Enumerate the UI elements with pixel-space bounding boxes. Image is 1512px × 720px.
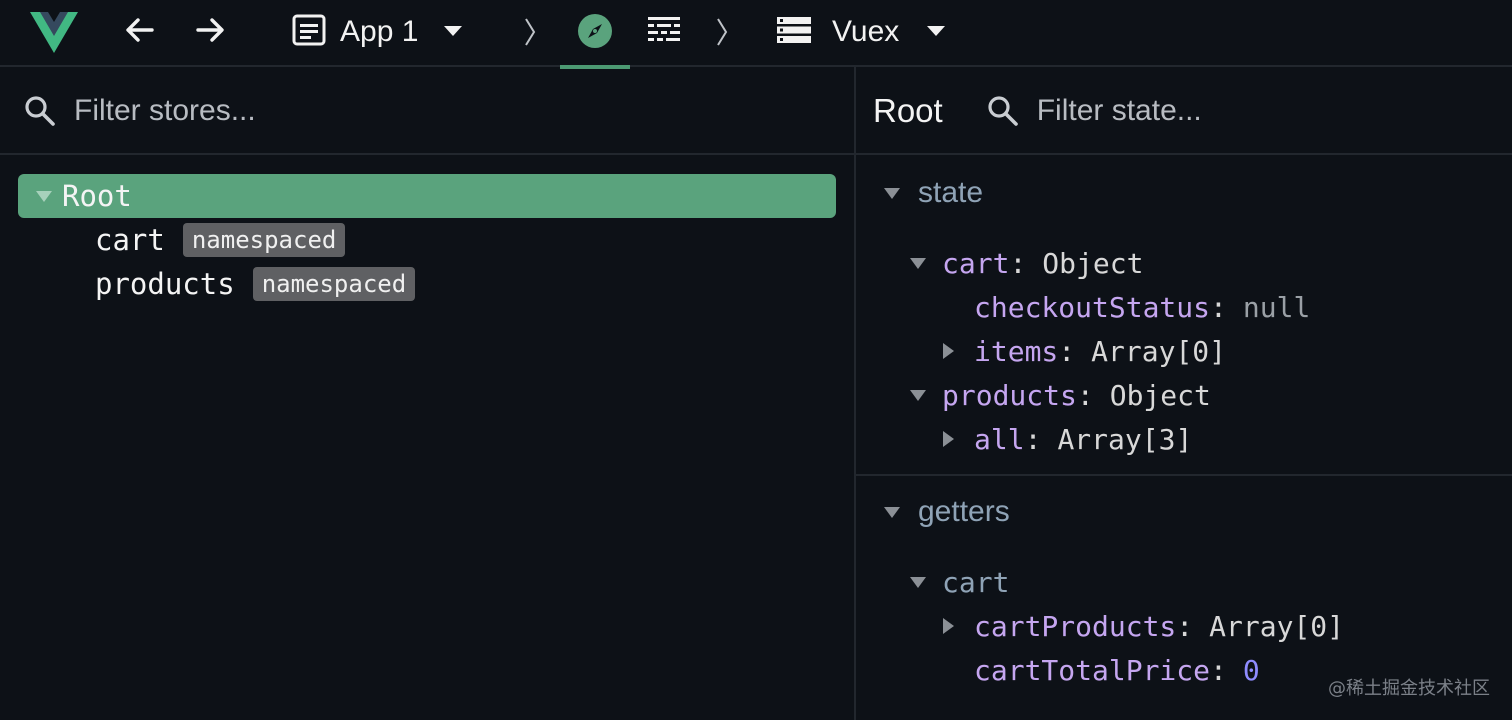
state-value: Array[0] [1091,334,1227,368]
collapse-caret-icon[interactable] [910,257,926,269]
state-row-all[interactable]: all: Array[3] [943,417,1192,461]
namespaced-badge: namespaced [252,267,416,301]
namespaced-badge: namespaced [182,223,346,257]
getter-group-cart[interactable]: cart [910,560,1009,604]
store-tree: Root cart namespaced products namespaced [18,174,836,306]
key-separator: : [1058,334,1076,368]
state-type: Object [1042,246,1144,280]
expand-caret-icon[interactable] [943,618,954,634]
state-filter-input[interactable] [1036,94,1497,128]
key-separator: : [1076,378,1094,412]
store-tree-item-label: cart [95,223,165,257]
watermark: @稀土掘金技术社区 [1328,678,1490,699]
arrow-left-icon [124,14,156,51]
breadcrumb-separator-icon [714,14,730,50]
forward-button[interactable] [192,14,228,50]
state-row-checkout-status[interactable]: checkoutStatus: null [974,285,1310,329]
breadcrumb-separator-icon [522,14,538,50]
inspector-title: Root [873,92,943,129]
collapse-caret-icon[interactable] [910,389,926,401]
expand-caret-icon[interactable] [36,190,52,202]
state-row-items[interactable]: items: Array[0] [943,329,1226,373]
search-icon [24,94,58,128]
state-value: null [1242,290,1311,324]
state-row-cart[interactable]: cart: Object [910,241,1143,285]
app-selector-label: App 1 [340,15,419,48]
chevron-down-icon [927,23,946,41]
stores-filter-bar [0,69,854,155]
key-separator: : [1210,290,1227,324]
back-button[interactable] [122,14,158,50]
state-row-products[interactable]: products: Object [910,373,1211,417]
getter-key: cartProducts [974,609,1177,643]
stores-panel: Root cart namespaced products namespaced [0,69,854,720]
section-label: getters [918,495,1010,528]
section-label: state [918,176,984,209]
state-key: cart [942,246,1010,280]
collapse-caret-icon[interactable] [884,506,900,518]
key-separator: : [1176,609,1194,643]
key-separator: : [1210,653,1227,687]
state-key: products [942,378,1077,412]
search-icon [987,94,1021,128]
getter-group-label: cart [942,565,1010,599]
getter-row-cart-products[interactable]: cartProducts: Array[0] [943,604,1344,648]
state-type: Object [1109,378,1211,412]
vue-logo-icon [30,10,78,54]
state-key: all [974,422,1025,456]
getters-section-header[interactable]: getters [856,488,1512,536]
arrow-right-icon [194,14,226,51]
key-separator: : [1009,246,1027,280]
state-value: Array[3] [1057,422,1193,456]
component-list-icon [647,15,681,50]
getter-key: cartTotalPrice [974,653,1211,687]
getter-value: 0 [1242,653,1260,687]
tab-components[interactable] [645,14,683,50]
state-inspector: Root state cart: Object checkoutStatus: … [856,69,1512,720]
app-selector[interactable]: App 1 [292,10,463,54]
devtools-toolbar: App 1 Vuex [0,0,1512,69]
stores-filter-input[interactable] [74,94,774,128]
expand-caret-icon[interactable] [943,343,954,359]
store-tree-item-cart[interactable]: cart namespaced [18,218,836,262]
key-separator: : [1024,422,1042,456]
expand-caret-icon[interactable] [943,431,954,447]
state-key: items [974,334,1059,368]
chevron-down-icon [444,23,463,41]
collapse-caret-icon[interactable] [884,187,900,199]
state-section-header[interactable]: state [856,169,1512,217]
state-key: checkoutStatus [974,290,1211,324]
store-tree-item-label: products [95,267,235,301]
store-selector-label: Vuex [832,15,900,48]
state-section: state cart: Object checkoutStatus: null … [856,169,1512,469]
getter-value: Array[0] [1209,609,1345,643]
store-selector[interactable]: Vuex [776,10,946,54]
stacked-list-icon [776,16,812,49]
store-tree-item-products[interactable]: products namespaced [18,262,836,306]
state-inspector-header: Root [856,69,1512,155]
collapse-caret-icon[interactable] [910,576,926,588]
store-tree-item-label: Root [62,179,132,213]
tab-timeline[interactable] [560,0,630,69]
app-window-icon [292,14,326,51]
getter-row-cart-total-price[interactable]: cartTotalPrice: 0 [974,648,1260,692]
compass-icon [577,13,613,54]
store-tree-item-root[interactable]: Root [18,174,836,218]
